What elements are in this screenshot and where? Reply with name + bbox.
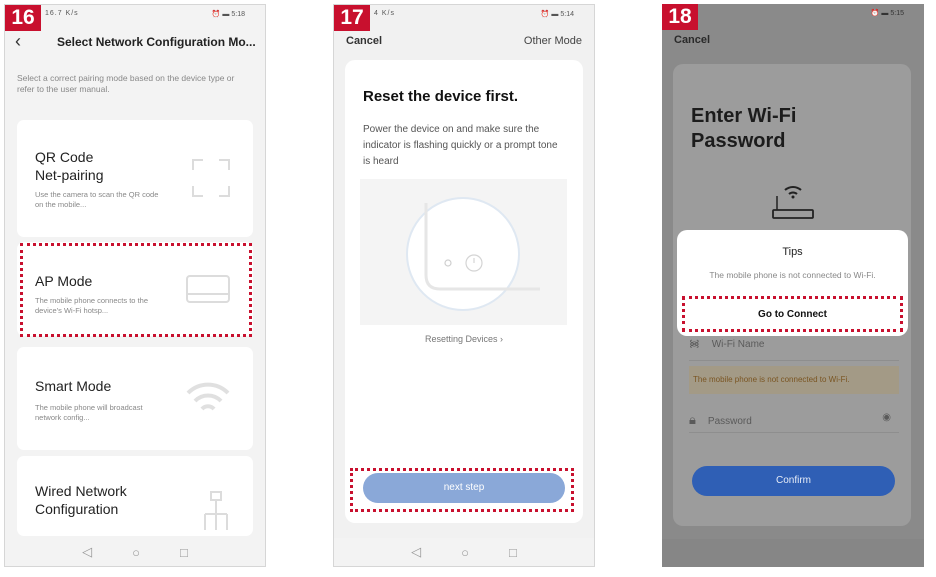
password-field[interactable]: 🔒︎ Password ◉	[689, 412, 895, 428]
nav-recent-icon[interactable]: □	[509, 545, 517, 560]
pairing-hint: Select a correct pairing mode based on t…	[17, 73, 235, 94]
resetting-devices-link[interactable]: Resetting Devices ›	[345, 334, 583, 344]
wifi-warning-banner: The mobile phone is not connected to Wi-…	[689, 366, 899, 394]
reset-sheet: Reset the device first. Power the device…	[345, 60, 583, 523]
mode-name: Wired Network Configuration	[35, 483, 127, 517]
mode-name: Smart Mode	[35, 378, 112, 394]
mode-description: Use the camera to scan the QR code on th…	[35, 190, 159, 209]
confirm-button[interactable]: Confirm	[692, 466, 895, 496]
phone-screen-wifi-password: 18 ⏰ ▬ 5:15 Cancel Enter Wi-Fi Password …	[662, 4, 924, 567]
system-nav-bar: ◁ ○ □	[5, 538, 265, 566]
battery-icon: ▬	[551, 11, 559, 18]
battery-icon: ▬	[881, 10, 889, 17]
lock-icon: 🔒︎	[689, 412, 696, 427]
status-bar: 4 K/s ⏰ ▬ 5:14	[334, 5, 594, 25]
wifi-name-field[interactable]: ᯼ Wi-Fi Name	[689, 336, 895, 350]
highlight-go-to-connect: Go to Connect	[682, 296, 903, 332]
wifi-icon	[186, 382, 230, 411]
scan-frame-icon	[192, 159, 230, 197]
cancel-button[interactable]: Cancel	[674, 34, 710, 46]
alarm-icon: ⏰	[211, 11, 221, 18]
phone-screen-reset-device: 17 4 K/s ⏰ ▬ 5:14 Cancel Other Mode Rese…	[333, 4, 595, 567]
dialog-message: The mobile phone is not connected to Wi-…	[709, 270, 876, 280]
page-title: Select Network Configuration Mo...	[57, 35, 256, 49]
back-arrow-icon[interactable]: ‹	[15, 31, 21, 52]
wired-network-icon	[204, 491, 228, 530]
status-time: 5:15	[890, 10, 904, 17]
nav-recent-icon[interactable]: □	[180, 545, 188, 560]
network-speed: 16.7 K/s	[45, 10, 79, 17]
mode-card-wired-network[interactable]: Wired Network Configuration	[17, 456, 253, 536]
alarm-icon: ⏰	[870, 10, 880, 17]
card-heading: Enter Wi-Fi Password	[691, 105, 797, 152]
status-time: 5:14	[560, 11, 574, 18]
status-bar: ⏰ ▬ 5:15	[662, 4, 924, 24]
device-illustration	[360, 179, 567, 325]
tips-dialog: Tips The mobile phone is not connected t…	[677, 230, 908, 336]
phone-screen-network-config: 16 16.7 K/s ⏰ ▬ 5:18 ‹ Select Network Co…	[4, 4, 266, 567]
alarm-icon: ⏰	[540, 11, 550, 18]
nav-back-icon[interactable]: ◁	[411, 544, 421, 560]
field-divider	[689, 432, 899, 433]
mode-card-smart-mode[interactable]: Smart Mode The mobile phone will broadca…	[17, 347, 253, 450]
step-number-badge: 16	[5, 5, 41, 31]
eye-icon[interactable]: ◉	[882, 412, 891, 423]
router-wifi-icon	[772, 186, 814, 219]
status-bar: 16.7 K/s ⏰ ▬ 5:18	[5, 5, 265, 25]
highlight-next-step	[350, 468, 574, 512]
page-header: ‹ Select Network Configuration Mo...	[5, 31, 265, 53]
other-mode-button[interactable]: Other Mode	[524, 35, 582, 47]
dialog-title: Tips	[782, 246, 803, 258]
mode-card-qr-code[interactable]: QR Code Net-pairing Use the camera to sc…	[17, 120, 253, 237]
system-nav-bar	[662, 539, 924, 567]
highlight-ap-mode	[20, 243, 252, 337]
nav-home-icon[interactable]: ○	[132, 545, 140, 560]
status-time: 5:18	[231, 11, 245, 18]
sheet-heading: Reset the device first.	[363, 88, 519, 105]
chevron-right-icon: ›	[500, 334, 504, 344]
network-speed: 4 K/s	[374, 10, 395, 17]
sheet-description: Power the device on and make sure the in…	[363, 124, 558, 167]
nav-home-icon[interactable]: ○	[461, 545, 469, 560]
wifi-field-icon: ᯼	[689, 339, 700, 350]
go-to-connect-button[interactable]: Go to Connect	[685, 309, 900, 320]
mode-name: QR Code Net-pairing	[35, 149, 104, 183]
mode-description: The mobile phone will broadcast network …	[35, 403, 143, 422]
step-number-badge: 17	[334, 5, 370, 31]
cancel-button[interactable]: Cancel	[346, 35, 382, 47]
system-nav-bar: ◁ ○ □	[334, 538, 594, 566]
battery-icon: ▬	[222, 11, 230, 18]
nav-back-icon[interactable]: ◁	[82, 544, 92, 560]
step-number-badge: 18	[662, 4, 698, 30]
field-divider	[689, 360, 899, 361]
